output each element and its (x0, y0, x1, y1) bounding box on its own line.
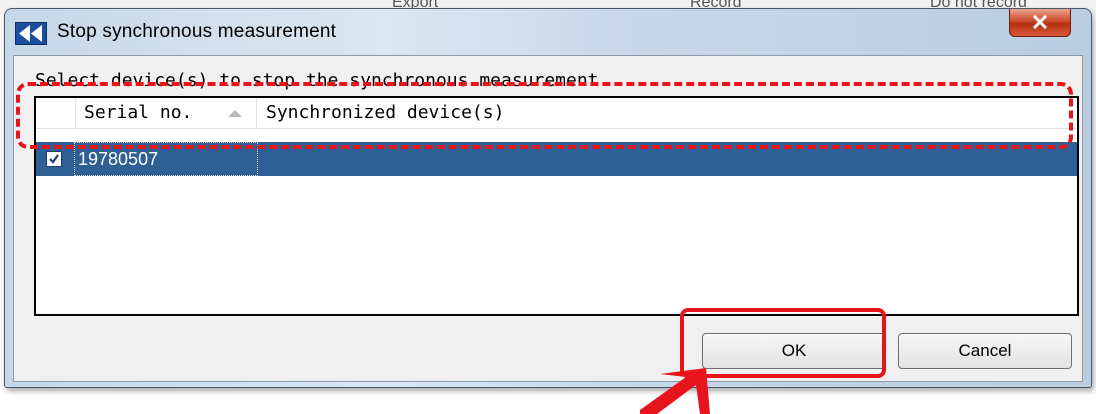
pointer-arrow-icon (640, 368, 710, 414)
